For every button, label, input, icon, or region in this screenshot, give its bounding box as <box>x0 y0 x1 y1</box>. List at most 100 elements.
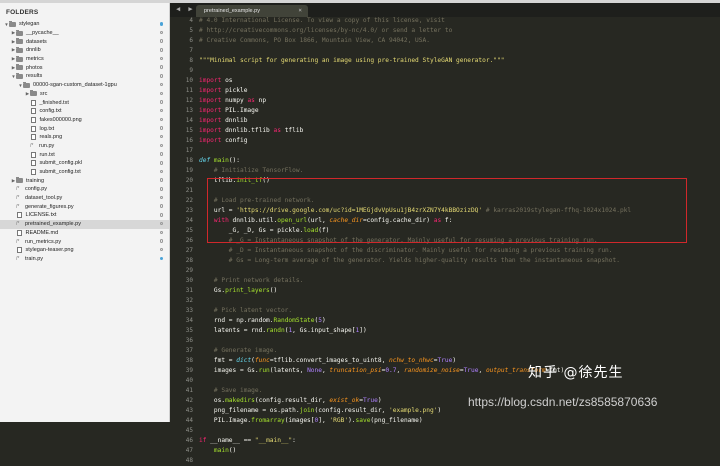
code-token: ) <box>437 407 442 414</box>
code-token: "__main__" <box>254 437 293 444</box>
sidebar-item[interactable]: _finished.txt <box>0 98 169 107</box>
close-icon[interactable]: × <box>298 7 302 14</box>
sidebar-item[interactable]: log.txt <box>0 124 169 133</box>
status-dot-icon <box>159 134 163 139</box>
sidebar-item-label: stylegan-teaser.png <box>25 247 74 254</box>
code-token: : <box>292 437 296 444</box>
code-line: 36 <box>170 336 720 346</box>
status-dot-icon <box>159 169 163 174</box>
sidebar-item[interactable]: stylegan-teaser.png <box>0 246 169 255</box>
folder-icon <box>16 64 23 71</box>
sidebar-item[interactable]: ▼ 00000-sgan-custom_dataset-1gpu <box>0 81 169 90</box>
code-line: 32 <box>170 296 720 306</box>
code-token: import <box>199 97 222 104</box>
line-number: 45 <box>185 427 193 434</box>
code-line: 12 import numpy as np <box>170 96 720 106</box>
sidebar-item[interactable]: fakes000000.png <box>0 116 169 125</box>
sidebar-item[interactable]: ▶ photos <box>0 63 169 72</box>
code-text: if __name__ == "__main__": <box>199 436 296 446</box>
code-token: # 4.0 International License. To view a c… <box>199 17 445 24</box>
line-number: 23 <box>185 207 193 214</box>
code-text: png_filename = os.path.join(config.resul… <box>199 406 441 416</box>
sidebar-item-label: run.txt <box>39 151 55 158</box>
code-line: 9 <box>170 66 720 76</box>
status-dot-icon <box>159 91 163 95</box>
code-token: nchw_to_nhwc <box>389 357 434 364</box>
sidebar-item[interactable]: /* generate_figures.py <box>0 202 169 211</box>
status-dot-icon <box>159 247 163 252</box>
code-token: None <box>307 367 322 374</box>
sidebar-item[interactable]: ▼ stylegan <box>0 20 169 29</box>
line-number: 12 <box>185 97 193 104</box>
sidebar-item[interactable]: config.txt <box>0 107 169 116</box>
code-token: init_tf <box>236 177 263 184</box>
code-token: """Minimal script for generating an imag… <box>199 57 505 64</box>
code-token: __name__ == <box>206 437 255 444</box>
code-token: # http://creativecommons.org/licenses/by… <box>199 27 453 34</box>
sidebar-item[interactable]: /* run_metrics.py <box>0 237 169 246</box>
code-line: 39 images = Gs.run(latents, None, trunca… <box>170 366 720 376</box>
sidebar-item[interactable]: ▶ datasets <box>0 37 169 46</box>
code-text: # http://creativecommons.org/licenses/by… <box>199 26 452 36</box>
code-token: PIL.Image <box>221 107 259 114</box>
sidebar-item[interactable]: submit_config.pkl <box>0 159 169 168</box>
code-editor[interactable]: 4 # 4.0 International License. To view a … <box>170 16 720 464</box>
code-token: open_url <box>277 217 308 224</box>
status-dot-icon <box>159 56 163 61</box>
sidebar-item[interactable]: LICENSE.txt <box>0 211 169 220</box>
folder-icon <box>16 38 23 45</box>
line-number: 28 <box>185 257 193 264</box>
line-number: 18 <box>185 157 193 164</box>
sidebar-item-label: pretrained_example.py <box>25 221 81 228</box>
sidebar-item[interactable]: /* run.py <box>0 142 169 151</box>
line-number: 39 <box>185 367 193 374</box>
code-line: 34 rnd = np.random.RandomState(5) <box>170 316 720 326</box>
code-line: 4 # 4.0 International License. To view a … <box>170 16 720 26</box>
sidebar-item[interactable]: ▶ training <box>0 176 169 185</box>
tab-nav-arrows-icon[interactable]: ◀ ▶ <box>176 5 195 13</box>
code-token: load <box>303 227 319 234</box>
sidebar-item[interactable]: run.txt <box>0 150 169 159</box>
file-icon <box>31 134 36 141</box>
sidebar-item[interactable]: ▼ results <box>0 72 169 81</box>
status-dot-icon <box>159 65 163 69</box>
sidebar-item-label: submit_config.pkl <box>39 160 83 167</box>
code-token: ). <box>348 417 356 424</box>
sidebar-item[interactable]: reals.png <box>0 133 169 142</box>
folder-sidebar: FOLDERS ▼ stylegan ▶ __pycache__ ▶ datasets ▶ d… <box>0 3 170 422</box>
code-token: cache_dir <box>329 217 363 224</box>
code-token: run <box>258 367 270 374</box>
code-token: main <box>213 157 229 164</box>
sidebar-item[interactable]: /* pretrained_example.py <box>0 219 169 229</box>
line-number: 16 <box>185 137 193 144</box>
code-token: True <box>437 357 453 364</box>
code-token: tflib <box>280 127 304 134</box>
status-dot-icon <box>159 152 163 156</box>
sidebar-item[interactable]: ▶ src <box>0 90 169 99</box>
sidebar-item[interactable]: README.md <box>0 229 169 238</box>
code-token: (url, <box>307 217 330 224</box>
code-line: 28 # Gs = Long-term average of the gener… <box>170 256 720 266</box>
code-token: os. <box>199 397 226 404</box>
status-dot-icon <box>159 22 163 26</box>
code-line: 10 import os <box>170 76 720 86</box>
code-token: dnnlib.tflib <box>221 127 274 134</box>
sidebar-item[interactable]: ▶ metrics <box>0 55 169 64</box>
sidebar-item[interactable]: /* dataset_tool.py <box>0 194 169 203</box>
code-token: , <box>396 367 404 374</box>
code-token: func <box>254 357 270 364</box>
sidebar-item[interactable]: ▶ dnnlib <box>0 46 169 55</box>
sidebar-item[interactable]: ▶ __pycache__ <box>0 29 169 38</box>
code-token: # Generate image. <box>199 347 278 354</box>
code-text: # Gs = Long-term average of the generato… <box>199 256 620 266</box>
code-token: import <box>199 137 222 144</box>
sidebar-item[interactable]: /* config.py <box>0 185 169 194</box>
sidebar-item[interactable]: /* train.py <box>0 255 169 264</box>
code-token: print_layers <box>225 287 270 294</box>
sidebar-item-label: submit_config.txt <box>39 169 81 176</box>
code-token: makedirs <box>225 397 255 404</box>
code-file-icon: /* <box>16 203 20 210</box>
code-line: 44 PIL.Image.fromarray(images[0], 'RGB')… <box>170 416 720 426</box>
sidebar-item[interactable]: submit_config.txt <box>0 168 169 177</box>
file-icon <box>31 160 36 167</box>
